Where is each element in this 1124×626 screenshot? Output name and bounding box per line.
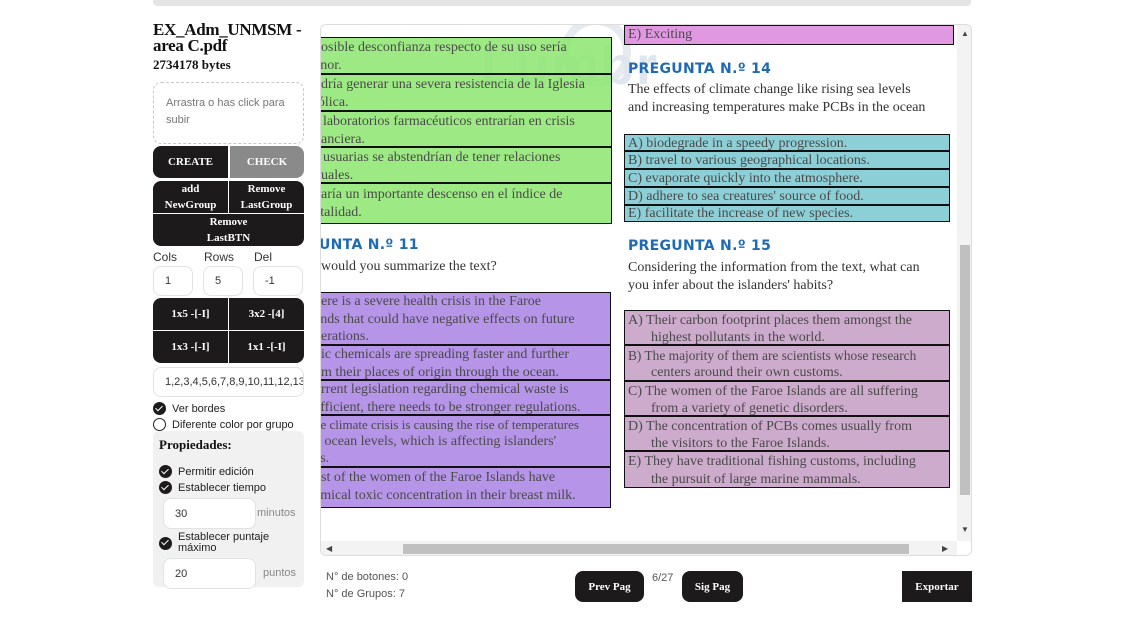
- allow-edit-option[interactable]: Permitir edición: [159, 465, 254, 478]
- next-page-button[interactable]: Sig Pag: [682, 571, 743, 602]
- grid-1x5-button[interactable]: 1x5 -[-I]: [153, 298, 228, 330]
- groups-count: N° de Grupos: 7: [326, 588, 405, 600]
- arrow-down-icon[interactable]: ▼: [961, 525, 969, 534]
- rows-label: Rows: [204, 250, 235, 264]
- answer-region[interactable]: ost of the women of the Faroe Islands ha…: [321, 467, 611, 508]
- answer-region[interactable]: D) The concentration of PCBs comes usual…: [624, 416, 950, 451]
- answer-region[interactable]: B) The majority of them are scientists w…: [624, 345, 950, 381]
- question-15-prompt: Considering the information from the tex…: [628, 260, 920, 275]
- answer-region[interactable]: C) evaporate quickly into the atmosphere…: [624, 169, 950, 187]
- top-scroll-bar: [153, 0, 971, 6]
- ver-bordes-option[interactable]: Ver bordes: [153, 402, 225, 415]
- buttons-count: N° de botones: 0: [326, 571, 409, 583]
- cols-label: Cols: [153, 250, 178, 264]
- create-button[interactable]: CREATE: [153, 146, 228, 178]
- score-unit: puntos: [263, 567, 297, 579]
- answer-region[interactable]: here is a severe health crisis in the Fa…: [321, 292, 611, 345]
- del-input[interactable]: -1: [253, 266, 303, 296]
- check-circle-icon[interactable]: [159, 465, 172, 478]
- page-indicator: 6/27: [652, 572, 674, 584]
- answer-region[interactable]: E) Exciting: [624, 25, 954, 45]
- vertical-scrollbar[interactable]: ▲ ▼: [957, 25, 971, 541]
- upload-dropzone[interactable]: Arrastra o has click para subir: [153, 82, 304, 144]
- prev-page-button[interactable]: Prev Pag: [575, 571, 644, 602]
- answer-region[interactable]: s usuarias se abstendrían de tener relac…: [321, 147, 612, 183]
- del-label: Del: [254, 250, 273, 264]
- question-11-prompt: would you summarize the text?: [321, 259, 497, 274]
- answer-region[interactable]: E) They have traditional fishing customs…: [624, 451, 950, 488]
- question-14-title: PREGUNTA N.º 14: [628, 61, 772, 77]
- radio-empty-icon[interactable]: [153, 418, 166, 431]
- time-input[interactable]: 30: [163, 498, 256, 529]
- pdf-page[interactable]: Lumbr posible desconfianza respecto de s…: [321, 25, 957, 541]
- file-size: 2734178 bytes: [153, 57, 231, 72]
- arrow-right-icon[interactable]: ▶: [942, 544, 948, 553]
- check-circle-icon[interactable]: [159, 481, 172, 494]
- sequence-input[interactable]: 1,2,3,4,5,6,7,8,9,10,11,12,13: [153, 367, 304, 397]
- answer-region[interactable]: xic chemicals are spreading faster and f…: [321, 345, 611, 380]
- answer-region[interactable]: A) biodegrade in a speedy progression.: [624, 134, 950, 151]
- time-unit: minutos: [257, 507, 296, 519]
- answer-region[interactable]: urrent legislation regarding chemical wa…: [321, 380, 611, 415]
- vertical-scroll-thumb[interactable]: [960, 245, 970, 495]
- horizontal-scroll-thumb[interactable]: [403, 544, 909, 554]
- export-button[interactable]: Exportar: [902, 571, 972, 602]
- remove-group-button[interactable]: Remove LastGroup: [229, 181, 304, 213]
- answer-region[interactable]: s laboratorios farmacéuticos entrarían e…: [321, 111, 612, 147]
- remove-button-button[interactable]: Remove LastBTN: [153, 214, 304, 246]
- grid-3x2-button[interactable]: 3x2 -[4]: [229, 298, 304, 330]
- answer-region[interactable]: C) The women of the Faroe Islands are al…: [624, 381, 950, 416]
- ver-bordes-label: Ver bordes: [172, 402, 226, 415]
- answer-region[interactable]: E) facilitate the increase of new specie…: [624, 205, 950, 222]
- question-14-prompt-2: and increasing temperatures make PCBs in…: [628, 100, 926, 115]
- grid-1x1-button[interactable]: 1x1 -[-I]: [229, 331, 304, 363]
- horizontal-scrollbar[interactable]: ◀ ▶: [321, 541, 957, 555]
- set-time-option[interactable]: Establecer tiempo: [159, 481, 266, 494]
- grid-1x3-button[interactable]: 1x3 -[-I]: [153, 331, 228, 363]
- answer-region[interactable]: daría un importante descenso en el índic…: [321, 183, 612, 224]
- file-name: EX_Adm_UNMSM - area C.pdf: [153, 20, 302, 55]
- rows-input[interactable]: 5: [203, 266, 243, 296]
- answer-region[interactable]: B) travel to various geographical locati…: [624, 151, 950, 169]
- check-circle-icon[interactable]: [153, 402, 166, 415]
- question-15-prompt-2: you infer about the islanders' habits?: [628, 278, 834, 293]
- answer-region[interactable]: he climate crisis is causing the rise of…: [321, 415, 611, 467]
- check-button[interactable]: CHECK: [230, 146, 304, 178]
- sidebar: EX_Adm_UNMSM - area C.pdf 2734178 bytes …: [153, 20, 304, 589]
- allow-edit-label: Permitir edición: [178, 465, 254, 478]
- pdf-viewer[interactable]: Lumbr posible desconfianza respecto de s…: [320, 24, 972, 556]
- answer-region[interactable]: D) adhere to sea creatures' source of fo…: [624, 187, 950, 205]
- question-15-title: PREGUNTA N.º 15: [628, 238, 772, 254]
- properties-title: Propiedades:: [159, 437, 232, 452]
- answer-region[interactable]: odría generar una severa resistencia de …: [321, 74, 612, 111]
- add-group-button[interactable]: add NewGroup: [153, 181, 228, 213]
- question-14-prompt: The effects of climate change like risin…: [628, 82, 911, 97]
- arrow-up-icon[interactable]: ▲: [961, 29, 969, 38]
- arrow-left-icon[interactable]: ◀: [326, 544, 332, 553]
- diff-color-option[interactable]: Diferente color por grupo: [153, 418, 294, 431]
- score-input[interactable]: 20: [163, 558, 256, 589]
- answer-region[interactable]: posible desconfianza respecto de su uso …: [321, 37, 612, 74]
- set-score-option[interactable]: Establecer puntaje máximo: [159, 532, 299, 554]
- set-score-label: Establecer puntaje máximo: [178, 531, 270, 554]
- diff-color-label: Diferente color por grupo: [172, 418, 294, 431]
- question-11-title: UNTA N.º 11: [321, 237, 419, 253]
- properties-panel: Propiedades: Permitir edición Establecer…: [153, 431, 304, 589]
- cols-input[interactable]: 1: [153, 266, 193, 296]
- answer-region[interactable]: A) Their carbon footprint places them am…: [624, 310, 950, 345]
- check-circle-icon[interactable]: [159, 536, 172, 550]
- set-time-label: Establecer tiempo: [178, 481, 267, 494]
